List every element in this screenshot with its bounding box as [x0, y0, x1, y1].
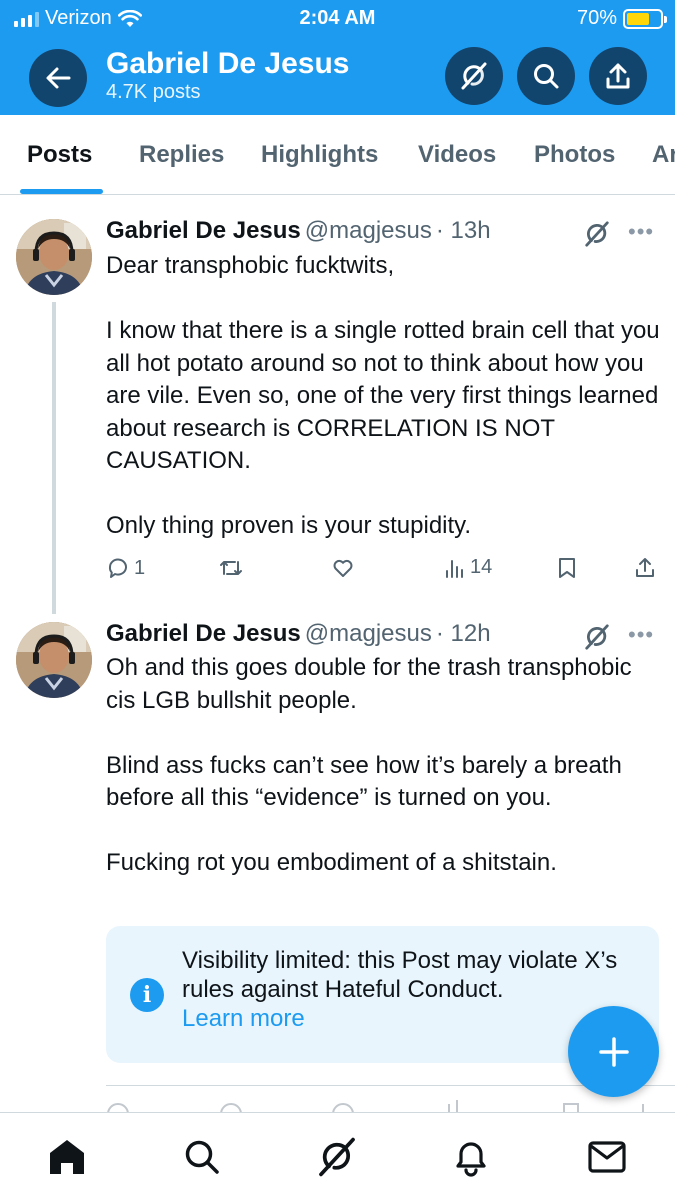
nav-search[interactable]	[180, 1135, 224, 1179]
notice-text: Visibility limited: this Post may violat…	[182, 947, 618, 1003]
compose-button[interactable]	[568, 1006, 659, 1097]
search-icon	[534, 64, 559, 89]
author-name[interactable]: Gabriel De Jesus	[106, 620, 301, 647]
bottom-nav	[0, 1112, 675, 1200]
post-author: Gabriel De Jesus @magjesus · 13h	[106, 217, 491, 245]
author-handle[interactable]: @magjesus	[305, 620, 432, 647]
repost-button[interactable]	[218, 556, 244, 580]
nav-home[interactable]	[45, 1135, 89, 1179]
active-tab-indicator	[20, 189, 103, 194]
post-text: Dear transphobic fucktwits, I know that …	[106, 250, 666, 543]
avatar[interactable]	[16, 219, 92, 295]
home-icon	[50, 1140, 84, 1174]
back-arrow-icon	[46, 67, 71, 89]
mail-icon	[588, 1141, 626, 1173]
bookmark-button[interactable]	[556, 556, 578, 580]
post-paragraph: I know that there is a single rotted bra…	[106, 317, 660, 474]
nav-notifications[interactable]	[449, 1135, 493, 1179]
post-paragraph: Only thing proven is your stupidity.	[106, 512, 472, 539]
post-count: 4.7K posts	[106, 81, 201, 103]
tab-highlights[interactable]: Highlights	[261, 141, 378, 169]
tab-photos[interactable]: Photos	[534, 141, 615, 169]
bookmark-icon	[559, 558, 575, 578]
post-paragraph: Oh and this goes double for the trash tr…	[106, 654, 632, 714]
tab-replies[interactable]: Replies	[139, 141, 224, 169]
post-paragraph: Fucking rot you embodiment of a shitstai…	[106, 849, 557, 876]
nav-messages[interactable]	[585, 1135, 629, 1179]
tab-articles[interactable]: Articles	[652, 141, 675, 169]
profile-header: Verizon 2:04 AM 70% Gabriel De Jesus 4.7…	[0, 0, 675, 115]
like-button[interactable]	[331, 556, 355, 580]
avatar-photo	[16, 219, 92, 295]
reply-icon	[108, 558, 127, 578]
grok-icon	[585, 221, 609, 247]
grok-button[interactable]	[445, 47, 503, 105]
nav-grok[interactable]	[315, 1135, 359, 1179]
views-icon	[446, 559, 463, 578]
share-icon	[636, 558, 654, 577]
avatar[interactable]	[16, 622, 92, 698]
heart-icon	[333, 559, 353, 577]
battery-status: 70%	[576, 7, 667, 30]
post-author: Gabriel De Jesus @magjesus · 12h	[106, 620, 491, 648]
battery-percent: 70%	[576, 7, 617, 29]
learn-more-link[interactable]: Learn more	[182, 1005, 305, 1033]
profile-tabs: Posts Replies Highlights Videos Photos A…	[0, 115, 675, 195]
author-name[interactable]: Gabriel De Jesus	[106, 217, 301, 244]
author-handle[interactable]: @magjesus	[305, 217, 432, 244]
view-count: 14	[470, 556, 493, 578]
share-post-button[interactable]	[634, 556, 656, 580]
post-actions: 1 14	[0, 556, 675, 586]
post-text: Oh and this goes double for the trash tr…	[106, 652, 666, 880]
grok-icon	[461, 62, 487, 90]
post-paragraph: Blind ass fucks can’t see how it’s barel…	[106, 751, 622, 812]
post-paragraph: Dear transphobic fucktwits,	[106, 252, 395, 279]
views-button[interactable]: 14	[444, 556, 492, 579]
reply-count: 1	[134, 556, 146, 579]
reply-button[interactable]: 1	[106, 556, 145, 580]
tab-posts[interactable]: Posts	[27, 141, 92, 169]
search-icon	[185, 1140, 219, 1174]
grok-icon	[319, 1137, 355, 1177]
post-time: · 12h	[435, 620, 491, 647]
post-more-icon[interactable]: •••	[628, 219, 654, 245]
info-icon: i	[130, 978, 164, 1012]
tab-videos[interactable]: Videos	[418, 141, 496, 169]
post-time: · 13h	[435, 217, 491, 244]
grok-icon	[585, 624, 609, 650]
post-grok-button[interactable]	[583, 220, 611, 253]
share-profile-button[interactable]	[589, 47, 647, 105]
repost-icon	[220, 561, 242, 575]
bell-icon	[456, 1142, 486, 1177]
share-icon	[606, 63, 630, 89]
post-more-icon[interactable]: •••	[628, 622, 654, 648]
back-button[interactable]	[29, 49, 87, 107]
avatar-photo	[16, 622, 92, 698]
battery-icon	[623, 8, 667, 29]
search-button[interactable]	[517, 47, 575, 105]
profile-name: Gabriel De Jesus	[106, 47, 350, 80]
clock: 2:04 AM	[299, 7, 376, 29]
plus-icon	[598, 1036, 629, 1067]
status-bar: Verizon 2:04 AM 70%	[0, 0, 675, 38]
